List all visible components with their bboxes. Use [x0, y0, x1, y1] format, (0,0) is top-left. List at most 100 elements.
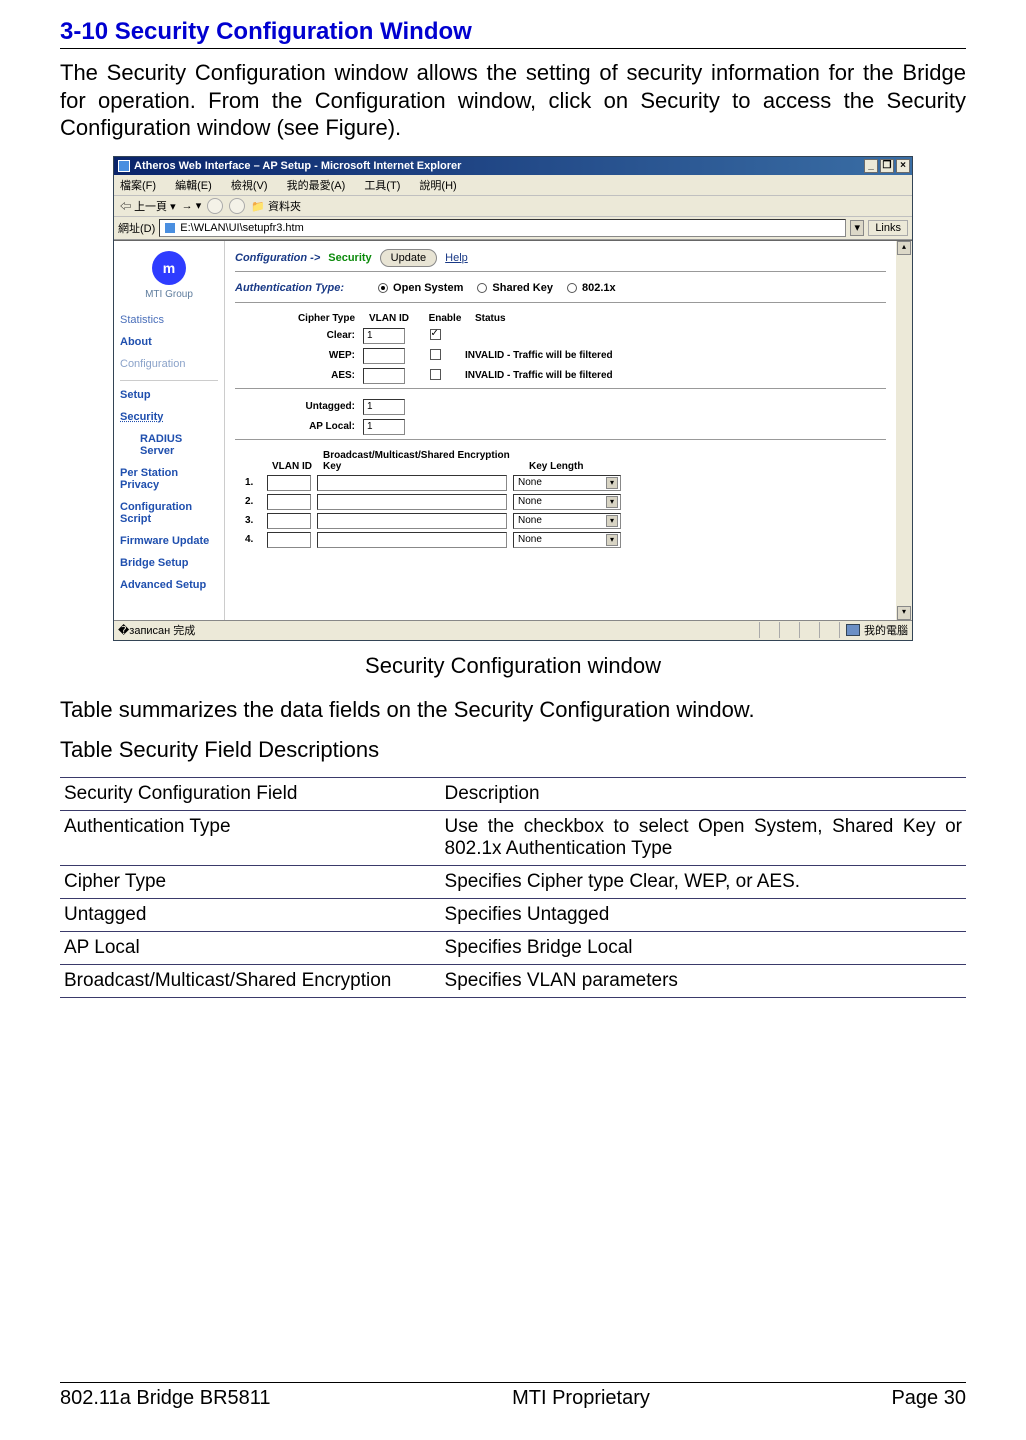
cipher-name: AES:	[275, 370, 355, 381]
intro-paragraph: The Security Configuration window allows…	[60, 59, 966, 142]
cipher-header: Cipher Type VLAN ID Enable Status	[275, 313, 886, 324]
sidebar-item-firmware[interactable]: Firmware Update	[120, 535, 218, 547]
address-label: 網址(D)	[118, 220, 155, 236]
breadcrumb-config: Configuration ->	[235, 252, 320, 264]
enable-checkbox[interactable]	[430, 349, 441, 360]
sidebar-item-statistics[interactable]: Statistics	[120, 314, 218, 326]
vlan-id-input[interactable]	[363, 348, 405, 364]
sidebar-item-configuration[interactable]: Configuration	[120, 358, 218, 370]
encryption-row: 4. None▾	[245, 532, 886, 548]
field-desc: Use the checkbox to select Open System, …	[441, 810, 966, 865]
cipher-name: WEP:	[275, 350, 355, 361]
aplocal-input[interactable]	[363, 419, 405, 435]
back-button[interactable]: ⇦ 上一頁 ▾	[120, 198, 176, 214]
figure-caption: Security Configuration window	[60, 653, 966, 679]
sidebar-item-bridge[interactable]: Bridge Setup	[120, 557, 218, 569]
table-intro: Table summarizes the data fields on the …	[60, 697, 966, 723]
vlan-id-input[interactable]	[363, 368, 405, 384]
status-bar: �записан 完成 我的電腦	[114, 620, 912, 640]
radio-open-system[interactable]: Open System	[378, 282, 463, 294]
chevron-down-icon: ▾	[606, 477, 618, 489]
address-value: E:\WLAN\UI\setupfr3.htm	[180, 222, 303, 234]
field-name: Authentication Type	[60, 810, 441, 865]
untagged-input[interactable]	[363, 399, 405, 415]
page-footer: 802.11a Bridge BR5811 MTI Proprietary Pa…	[60, 1382, 966, 1410]
key-length-select[interactable]: None▾	[513, 494, 621, 510]
field-name: Broadcast/Multicast/Shared Encryption	[60, 964, 441, 997]
scroll-down-icon[interactable]: ▾	[897, 606, 911, 620]
table-header-row: Security Configuration Field Description	[60, 777, 966, 810]
table-row: Broadcast/Multicast/Shared EncryptionSpe…	[60, 964, 966, 997]
table-row: UntaggedSpecifies Untagged	[60, 898, 966, 931]
chevron-down-icon: ▾	[606, 534, 618, 546]
menu-edit[interactable]: 編輯(E)	[175, 180, 212, 192]
auth-type-label: Authentication Type:	[235, 282, 344, 294]
field-name: AP Local	[60, 931, 441, 964]
maximize-icon[interactable]: ❐	[880, 159, 894, 173]
enc-vlan-input[interactable]	[267, 494, 311, 510]
table-title: Table Security Field Descriptions	[60, 737, 966, 763]
footer-right: Page 30	[891, 1387, 966, 1410]
radio-8021x[interactable]: 802.1x	[567, 282, 616, 294]
cipher-row: AES: INVALID - Traffic will be filtered	[275, 368, 886, 384]
nav-sidebar: m MTI Group Statistics About Configurati…	[114, 241, 224, 620]
key-length-select[interactable]: None▾	[513, 513, 621, 529]
enc-key-input[interactable]	[317, 475, 507, 491]
encryption-row: 3. None▾	[245, 513, 886, 529]
nav-divider	[120, 380, 218, 381]
close-icon[interactable]: ×	[896, 159, 910, 173]
address-input[interactable]: E:\WLAN\UI\setupfr3.htm	[159, 219, 846, 237]
vlan-id-input[interactable]	[363, 328, 405, 344]
folders-button[interactable]: 📁 資料夾	[251, 198, 301, 214]
breadcrumb-current: Security	[328, 252, 371, 264]
update-button[interactable]: Update	[380, 249, 437, 267]
menu-fav[interactable]: 我的最愛(A)	[287, 180, 346, 192]
description-table: Security Configuration Field Description…	[60, 777, 966, 998]
enc-vlan-input[interactable]	[267, 513, 311, 529]
forward-button[interactable]: → ▾	[182, 199, 202, 212]
sidebar-item-about[interactable]: About	[120, 336, 218, 348]
enc-key-input[interactable]	[317, 494, 507, 510]
window-title: Atheros Web Interface – AP Setup - Micro…	[134, 160, 461, 172]
sidebar-item-advanced[interactable]: Advanced Setup	[120, 579, 218, 591]
sidebar-item-script[interactable]: Configuration Script	[120, 501, 218, 525]
scroll-up-icon[interactable]: ▴	[897, 241, 911, 255]
enable-checkbox[interactable]	[430, 329, 441, 340]
vertical-scrollbar[interactable]: ▴ ▾	[896, 241, 912, 620]
logo-icon: m	[152, 251, 186, 285]
menu-tools[interactable]: 工具(T)	[364, 180, 400, 192]
links-button[interactable]: Links	[868, 220, 908, 236]
chevron-down-icon: ▾	[606, 515, 618, 527]
config-panel: Configuration -> Security Update Help Au…	[224, 241, 896, 620]
key-length-select[interactable]: None▾	[513, 475, 621, 491]
address-dropdown-icon[interactable]: ▾	[850, 220, 864, 236]
ie-toolbar: ⇦ 上一頁 ▾ → ▾ 📁 資料夾	[114, 196, 912, 217]
sidebar-item-radius[interactable]: RADIUS Server	[140, 433, 218, 457]
field-name: Untagged	[60, 898, 441, 931]
menu-view[interactable]: 檢視(V)	[231, 180, 268, 192]
enc-key-input[interactable]	[317, 532, 507, 548]
help-link[interactable]: Help	[445, 252, 468, 264]
footer-left: 802.11a Bridge BR5811	[60, 1387, 271, 1410]
enc-key-input[interactable]	[317, 513, 507, 529]
screenshot-ie-window: Atheros Web Interface – AP Setup - Micro…	[113, 156, 913, 641]
sidebar-item-privacy[interactable]: Per Station Privacy	[120, 467, 218, 491]
enc-vlan-input[interactable]	[267, 475, 311, 491]
menu-help[interactable]: 說明(H)	[419, 180, 456, 192]
enc-vlan-input[interactable]	[267, 532, 311, 548]
radio-shared-key[interactable]: Shared Key	[477, 282, 553, 294]
section-heading: 3-10 Security Configuration Window	[60, 18, 966, 49]
enable-checkbox[interactable]	[430, 369, 441, 380]
status-done: 完成	[173, 625, 195, 637]
sidebar-item-setup[interactable]: Setup	[120, 389, 218, 401]
minimize-icon[interactable]: _	[864, 159, 878, 173]
key-length-select[interactable]: None▾	[513, 532, 621, 548]
menu-file[interactable]: 檔案(F)	[120, 180, 156, 192]
refresh-icon[interactable]	[229, 198, 245, 214]
stop-icon[interactable]	[207, 198, 223, 214]
sidebar-item-security[interactable]: Security	[120, 411, 218, 423]
cipher-row: WEP: INVALID - Traffic will be filtered	[275, 348, 886, 364]
logo-caption: MTI Group	[120, 289, 218, 300]
cipher-row: Clear:	[275, 328, 886, 344]
row-index: 1.	[245, 477, 261, 488]
